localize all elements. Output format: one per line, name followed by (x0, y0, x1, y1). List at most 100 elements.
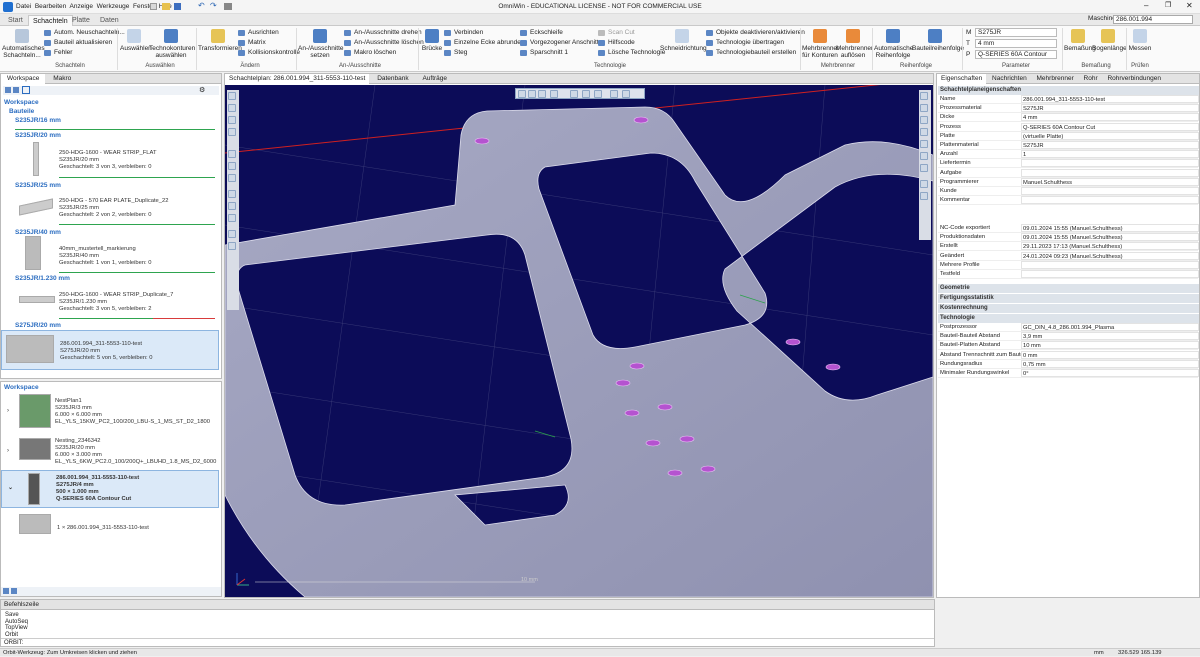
tab-start[interactable]: Start (4, 15, 27, 26)
material-select[interactable]: S275JR (975, 28, 1057, 37)
transformieren-button[interactable]: Transformieren (198, 29, 242, 52)
orbit-icon[interactable] (550, 90, 558, 98)
machine-select[interactable]: 286.001.994 (1113, 15, 1193, 24)
tab-workspace[interactable]: Workspace (1, 74, 46, 84)
nesting-3d-view[interactable] (225, 85, 933, 597)
line-tool-icon[interactable] (228, 150, 236, 158)
fehler-button[interactable]: Fehler (44, 49, 72, 57)
list-item-selected[interactable]: ⌄ 286.001.994_311-5553-110-test S275JR/4… (1, 470, 219, 508)
bruecke-button[interactable]: Brücke (420, 29, 444, 52)
tab-nachrichten[interactable]: Nachrichten (988, 74, 1031, 84)
view-front-icon[interactable] (538, 90, 546, 98)
list-item[interactable]: 250-HDG-1600 - WEAR STRIP_FLAT S235JR/20… (1, 142, 219, 182)
auswaehlen-button[interactable]: Auswählen (120, 29, 152, 52)
anschnitte-setzen-button[interactable]: An-/Ausschnitte setzen (298, 29, 344, 59)
layer-icon[interactable] (622, 90, 630, 98)
view-top-icon[interactable] (528, 90, 536, 98)
property-value[interactable]: 24.01.2024 09:23 (Manuel.Schulthess) (1021, 251, 1199, 260)
thickness-select[interactable]: 4 mm (975, 39, 1057, 48)
delete-tool-icon[interactable] (228, 230, 236, 238)
hilfscode-button[interactable]: Hilfscode (598, 39, 635, 47)
collapse-icon[interactable]: ⌄ (8, 485, 13, 492)
kollisionskontrolle-button[interactable]: Kollisionskontrolle (238, 49, 300, 57)
anschnitte-loeschen-button[interactable]: An-/Ausschnitte löschen (344, 39, 424, 47)
property-value[interactable]: S275JR (1021, 104, 1199, 113)
undo-icon[interactable]: ↶ (198, 1, 205, 10)
section-schachtelplaneigenschaften[interactable]: Schachtelplaneigenschaften (938, 86, 1199, 95)
sequence-view-icon[interactable] (920, 192, 928, 200)
property-value[interactable]: 286.001.994_311-5553-110-test (1021, 95, 1199, 103)
tab-rohr[interactable]: Rohr (1080, 74, 1102, 84)
ausrichten-button[interactable]: Ausrichten (238, 29, 279, 37)
tile-view-icon[interactable] (22, 86, 30, 94)
property-value[interactable]: 1 (1021, 150, 1199, 159)
ecke-abrunden-button[interactable]: Einzelne Ecke abrunden (444, 39, 524, 47)
schneidrichtung-button[interactable]: Schneidrichtung (660, 29, 707, 52)
tab-schachteln[interactable]: Schachteln (28, 15, 73, 26)
expand-icon[interactable]: › (7, 448, 9, 455)
minimize-button[interactable]: – (1144, 1, 1148, 10)
tab-daten[interactable]: Daten (96, 15, 123, 26)
property-value[interactable]: 0° (1021, 369, 1199, 377)
section-fertigungsstatistik[interactable]: Fertigungsstatistik (938, 294, 1199, 303)
loesche-technologie-button[interactable]: Lösche Technologie (598, 49, 665, 57)
section-workspace-plans[interactable]: Workspace (4, 383, 39, 392)
messen-button[interactable]: Messen (1128, 29, 1152, 52)
list-item-selected[interactable]: 286.001.994_311-5553-110-test S275JR/20 … (1, 330, 219, 370)
technologiebauteil-erstellen-button[interactable]: Technologiebauteil erstellen (706, 49, 796, 57)
sparschnitt-button[interactable]: Sparschnitt 1 (520, 49, 568, 57)
property-value[interactable]: (virtuelle Platte) (1021, 131, 1199, 140)
list-item[interactable]: › Nesting_2346342 S235JR/20 mm 6.000 × 3… (1, 434, 219, 470)
property-value[interactable]: 0,75 mm (1021, 359, 1199, 368)
mirror-tool-icon[interactable] (228, 214, 236, 222)
mehrbrenner-konturen-button[interactable]: Mehrbrenner für Konturen (802, 29, 839, 59)
bauteilreihenfolge-button[interactable]: Bauteilreihenfolge (912, 29, 964, 52)
eckschleife-button[interactable]: Eckschleife (520, 29, 563, 37)
menu-datei[interactable]: Datei (16, 3, 31, 10)
menu-anzeige[interactable]: Anzeige (70, 3, 94, 10)
tab-datenbank[interactable]: Datenbank (371, 74, 414, 84)
makro-loeschen-button[interactable]: Makro löschen (344, 49, 396, 57)
property-value[interactable]: 4 mm (1021, 113, 1199, 122)
anschnitte-drehen-button[interactable]: An-/Ausschnitte drehen (344, 29, 422, 37)
zoom-out-icon[interactable] (920, 140, 928, 148)
group-header-s235-20[interactable]: S235JR/20 mm (15, 131, 61, 140)
property-value[interactable] (1021, 187, 1199, 195)
bauteil-aktualisieren-button[interactable]: Bauteil aktualisieren (44, 39, 112, 47)
new-icon[interactable] (150, 3, 157, 10)
technokonturen-button[interactable]: Technokonturen auswählen (149, 29, 195, 59)
tab-mehrbrenner[interactable]: Mehrbrenner (1033, 74, 1078, 84)
label-icon[interactable] (920, 180, 928, 188)
technologie-uebertragen-button[interactable]: Technologie übertragen (706, 39, 784, 47)
property-value[interactable]: Manuel.Schulthess (1021, 177, 1199, 186)
display-mode-icon[interactable] (610, 90, 618, 98)
property-value[interactable] (1021, 270, 1199, 278)
property-value[interactable]: 29.11.2023 17:13 (Manuel.Schulthess) (1021, 242, 1199, 251)
property-value[interactable] (1021, 168, 1199, 177)
print-icon[interactable] (224, 3, 232, 10)
section-workspace[interactable]: Workspace (4, 98, 39, 107)
snap-icon[interactable] (920, 92, 928, 100)
grid-view-icon[interactable] (11, 588, 17, 594)
measure-tool-icon[interactable] (228, 242, 236, 250)
zoom-window-icon[interactable] (582, 90, 590, 98)
arc-tool-icon[interactable] (228, 162, 236, 170)
tab-rohrverbindungen[interactable]: Rohrverbindungen (1103, 74, 1164, 84)
property-value[interactable]: S275JR (1021, 141, 1199, 149)
mehrbrenner-aufloesen-button[interactable]: Mehrbrenner auflösen (836, 29, 873, 59)
objekte-deaktivieren-button[interactable]: Objekte deaktivieren/aktivieren (706, 29, 805, 37)
group-header-s235-25[interactable]: S235JR/25 mm (15, 181, 61, 190)
bemassung-button[interactable]: Bemaßung (1064, 29, 1096, 52)
view-iso-icon[interactable] (518, 90, 526, 98)
property-value[interactable]: 09.01.2024 15:55 (Manuel.Schulthess) (1021, 224, 1199, 232)
menu-bearbeiten[interactable]: Bearbeiten (35, 3, 66, 10)
vorgezogener-anschnitt-button[interactable]: Vorgezogener Anschnitt (520, 39, 599, 47)
section-kostenrechnung[interactable]: Kostenrechnung (938, 304, 1199, 313)
bogenlaenge-button[interactable]: Bogenlänge (1092, 29, 1127, 52)
command-input[interactable]: ORBIT: (1, 638, 934, 647)
rect-tool-icon[interactable] (228, 128, 236, 136)
move-tool-icon[interactable] (228, 190, 236, 198)
tab-platte[interactable]: Platte (68, 15, 94, 26)
hide-icon[interactable] (920, 152, 928, 160)
auto-reihenfolge-button[interactable]: Automatische Reihenfolge (874, 29, 913, 59)
